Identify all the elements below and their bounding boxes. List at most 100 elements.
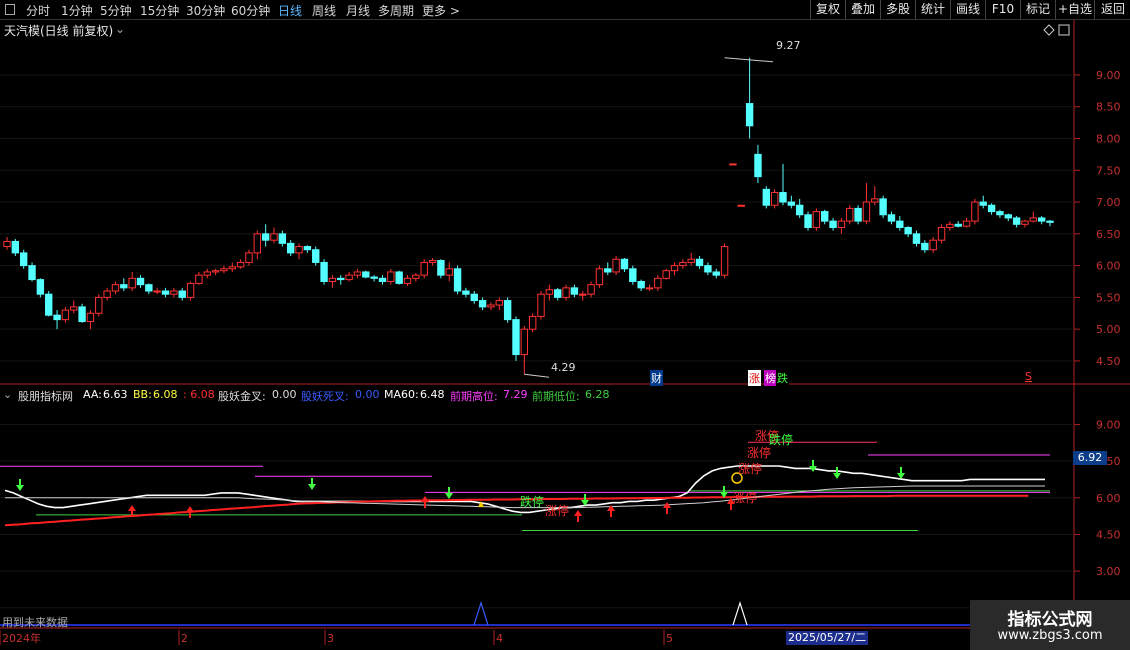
price-tick-label: 9.00 [1096,69,1121,82]
candle-body [762,188,771,206]
candle-body [53,314,61,321]
candle-body [620,258,629,270]
candle-body [1037,217,1046,222]
candle-body [562,287,570,298]
candle-body [804,214,812,228]
gyjc-value: 0.00 [272,388,297,401]
candle-body [812,211,821,228]
candle-body [662,270,670,279]
low-annotation: 4.29 [551,361,576,374]
indicator-dropdown-icon[interactable]: ⌄ [3,388,12,401]
candle-body [837,220,846,228]
candle-body [11,240,20,254]
month-label: 4 [496,632,503,645]
candle-body [362,271,370,278]
candle-body [70,306,78,311]
aa-label: AA: [83,388,102,401]
gysc-value: 0.00 [355,388,380,401]
qqdw-label: 前期低位: [532,390,580,403]
gysc-label: 股妖死叉: [301,390,349,403]
diamond-icon [1043,24,1055,36]
candle-body [1029,217,1038,222]
candle-body [295,246,303,254]
candle-body [987,204,996,213]
qqgw-value: 7.29 [503,388,528,401]
candle-body [737,204,745,207]
candle-body [128,277,136,289]
down-arrow-icon [809,460,817,472]
candle-body [45,293,53,316]
candle-body [395,271,403,284]
candle-body [236,261,245,268]
signal-zt-3: 涨停 [738,462,763,476]
candle-body [253,233,262,254]
candle-body [353,271,362,276]
price-tick-label: 6.50 [1096,228,1121,241]
down-arrow-icon [720,486,728,498]
down-arrow-icon [833,467,841,479]
month-label: 3 [327,632,334,645]
candle-body [637,280,645,289]
down-arrow-icon [16,479,24,491]
candle-body [570,287,579,295]
candle-body [670,265,679,272]
candle-body [1046,220,1054,223]
price-tick-label: 4.50 [1096,355,1121,368]
candle-body [854,207,862,222]
candle-body [779,192,787,203]
candle-body [378,277,387,282]
candle-body [554,289,562,298]
down-arrow-icon [897,467,905,479]
candle-body [654,277,662,289]
candle-body [795,204,804,216]
watermark-url: www.zbgs3.com [997,628,1103,643]
candle-body [520,328,529,356]
candle-body [1021,220,1029,225]
stock-chart[interactable]: 9.00 8.50 8.00 7.50 7.00 6.50 6.00 5.50 5.00 4.50… [0,0,1130,650]
candle-body [195,274,203,284]
event-s[interactable]: S [1025,370,1032,383]
sub-tick-label: 4.50 [1096,528,1121,541]
candle-body [228,266,236,270]
event-zhang[interactable]: 涨 [748,370,761,386]
month-label: 5 [666,632,673,645]
bb-extra: : 6.08 [183,388,215,401]
candle-body [136,277,145,286]
event-cai[interactable]: 财 [650,370,663,386]
high-annotation: 9.27 [776,39,801,52]
event-die[interactable]: 跌 [776,370,789,386]
signal-zt-4: 涨停 [733,491,758,505]
candle-body [979,201,987,206]
candle-body [36,279,45,295]
price-tick-label: 5.50 [1096,291,1121,304]
price-tick-label: 7.50 [1096,164,1121,177]
candle-body [437,260,445,276]
candle-body [729,163,737,166]
title-dropdown-icon[interactable]: ⌄ [115,22,125,36]
candle-body [495,300,503,306]
candle-body [720,246,729,276]
high-arrow [724,57,774,63]
price-tick-label: 7.00 [1096,196,1121,209]
candle-body [821,211,829,222]
candle-body [704,265,712,273]
aa-value: 6.63 [103,388,128,401]
indicator-name: 股朋指标网 [18,390,73,403]
candle-body [846,207,854,222]
candle-body [871,198,879,203]
current-price-tag: 6.92 [1073,451,1107,465]
candle-body [120,284,128,289]
candle-body [153,290,161,293]
up-arrow-icon [186,506,194,518]
candle-body [220,268,228,272]
candle-body [86,312,95,323]
watermark-title: 指标公式网 [1007,610,1093,630]
bb-value: 6.08 [153,388,178,401]
candle-body [428,260,437,263]
triangle-marker-1 [473,601,489,626]
down-arrow-icon [308,478,316,490]
ma60-label: MA60: [384,388,419,401]
candle-body [278,233,287,244]
candle-body [587,284,595,295]
signal-zt-2: 涨停 [747,446,772,460]
